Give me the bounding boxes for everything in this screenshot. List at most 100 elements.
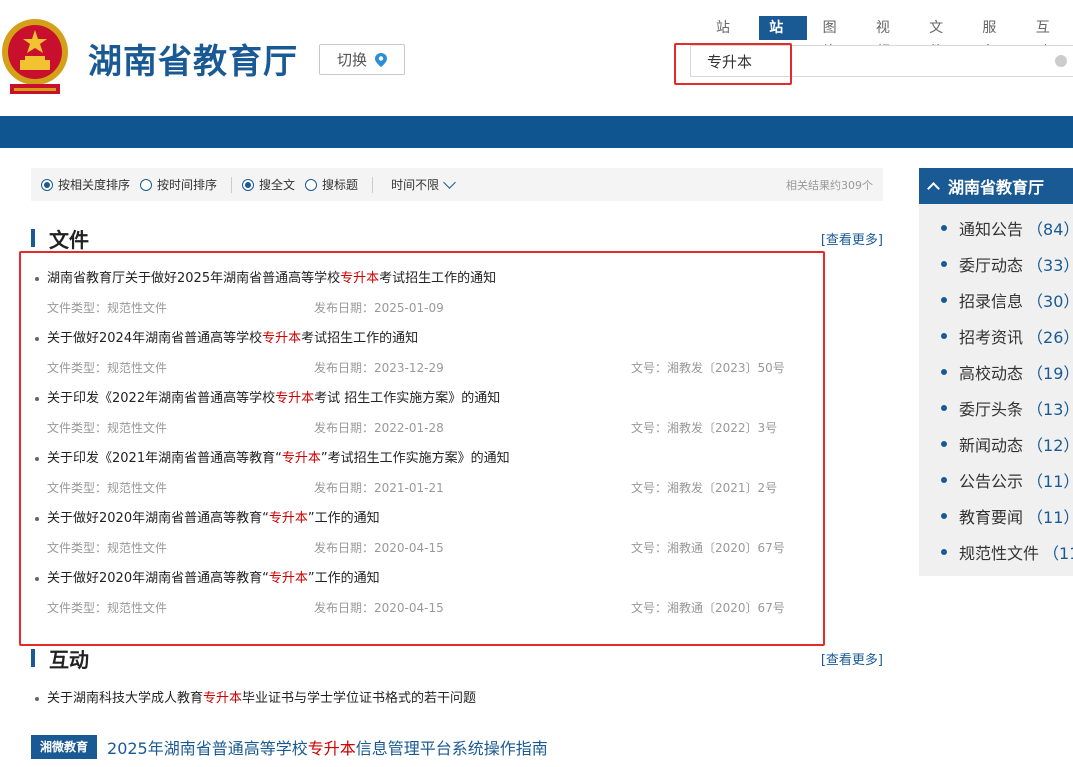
category-label: 招录信息: [959, 292, 1024, 311]
time-range-select[interactable]: 时间不限: [391, 176, 456, 193]
file-type: 文件类型：规范性文件: [47, 541, 168, 555]
sidebar-category-item[interactable]: 委厅头条（13）: [919, 390, 1073, 426]
title-text: 关于印发《2021年湖南省普通高等教育“: [47, 451, 282, 466]
category-count: （11）: [1027, 508, 1073, 527]
interact-result-link[interactable]: 关于湖南科技大学成人教育专升本毕业证书与学士学位证书格式的若干问题: [35, 687, 476, 706]
file-type: 文件类型：规范性文件: [47, 301, 168, 315]
switch-site-button[interactable]: 切换: [319, 44, 405, 75]
document-number: 文号：湘教发〔2022〕3号: [631, 421, 778, 435]
chevron-down-icon: [443, 176, 456, 189]
title-text: 关于做好2024年湖南省普通高等学校: [47, 331, 263, 346]
nav-item-zhannei[interactable]: 站内: [759, 16, 807, 60]
section-bar: [31, 229, 35, 247]
title-text: 2025年湖南省普通高等学校: [107, 739, 308, 758]
search-input[interactable]: [707, 46, 1007, 76]
search-clear-icon[interactable]: [1055, 55, 1067, 67]
title-text: 信息管理平台系统操作指南: [355, 739, 548, 758]
file-result-link[interactable]: 关于印发《2022年湖南省普通高等学校专升本考试 招生工作实施方案》的通知: [35, 387, 500, 406]
file-type: 文件类型：规范性文件: [47, 601, 168, 615]
files-more-link[interactable]: [查看更多]: [821, 229, 883, 248]
publish-date: 发布日期：2020-04-15: [314, 601, 444, 615]
category-label: 公告公示: [959, 472, 1024, 491]
keyword-highlight: 专升本: [268, 571, 308, 586]
sidebar-header[interactable]: 湖南省教育厅: [919, 168, 1073, 204]
category-label: 通知公告: [959, 220, 1024, 239]
file-result-link[interactable]: 关于做好2024年湖南省普通高等学校专升本考试招生工作的通知: [35, 327, 418, 346]
title-text: 考试招生工作的通知: [379, 271, 497, 286]
category-count: （33）: [1027, 256, 1073, 275]
publish-date: 发布日期：2023-12-29: [314, 361, 444, 375]
title-text: 毕业证书与学士学位证书格式的若干问题: [242, 691, 477, 706]
bullet: [941, 333, 947, 339]
sort-relevance-label: 按相关度排序: [58, 178, 131, 192]
title-text: ”工作的通知: [307, 511, 380, 526]
file-result-item: 关于印发《2021年湖南省普通高等教育“专升本”考试招生工作实施方案》的通知文件…: [35, 442, 835, 502]
category-label: 教育要闻: [959, 508, 1024, 527]
publish-date: 发布日期：2022-01-28: [314, 421, 444, 435]
document-number: 文号：湘教发〔2023〕50号: [631, 361, 785, 375]
switch-label: 切换: [336, 51, 367, 69]
bullet: [941, 225, 947, 231]
search-fulltext-option[interactable]: 搜全文: [242, 176, 295, 193]
category-count: （11）: [1027, 472, 1073, 491]
bullet: [941, 513, 947, 519]
sidebar-category-item[interactable]: 规范性文件（11）: [919, 534, 1073, 570]
sidebar-category-item[interactable]: 委厅动态（33）: [919, 246, 1073, 282]
nav-item-files[interactable]: 文件: [919, 16, 966, 60]
divider: [231, 176, 233, 193]
publish-date: 发布日期：2025-01-09: [314, 301, 444, 315]
keyword-highlight: 专升本: [268, 511, 308, 526]
file-type: 文件类型：规范性文件: [47, 481, 168, 495]
bullet: [941, 549, 947, 555]
file-result-link[interactable]: 关于做好2020年湖南省普通高等教育“专升本”工作的通知: [35, 507, 380, 526]
featured-result-link[interactable]: 2025年湖南省普通高等学校专升本信息管理平台系统操作指南: [107, 735, 548, 759]
category-count: （19）: [1027, 364, 1073, 383]
keyword-highlight: 专升本: [281, 451, 321, 466]
category-count: （11）: [1043, 544, 1073, 563]
title-text: 关于做好2020年湖南省普通高等教育“: [47, 511, 269, 526]
bullet: [35, 276, 39, 281]
file-type: 文件类型：规范性文件: [47, 421, 168, 435]
title-text: 关于印发《2022年湖南省普通高等学校: [47, 391, 276, 406]
nav-item-zhanqun[interactable]: 站群: [706, 16, 753, 60]
divider: [372, 176, 374, 193]
file-result-link[interactable]: 关于印发《2021年湖南省普通高等教育“专升本”考试招生工作实施方案》的通知: [35, 447, 510, 466]
category-label: 高校动态: [959, 364, 1024, 383]
bullet: [35, 516, 39, 521]
sidebar-category-item[interactable]: 新闻动态（12）: [919, 426, 1073, 462]
title-text: 关于湖南科技大学成人教育: [47, 691, 204, 706]
sidebar-category-list: 通知公告（84）委厅动态（33）招录信息（30）招考资讯（26）高校动态（19）…: [919, 204, 1073, 576]
sidebar-category-item[interactable]: 招考资讯（26）: [919, 318, 1073, 354]
file-result-link[interactable]: 关于做好2020年湖南省普通高等教育“专升本”工作的通知: [35, 567, 380, 586]
interact-more-link[interactable]: [查看更多]: [821, 649, 883, 668]
sidebar-category-item[interactable]: 通知公告（84）: [919, 210, 1073, 246]
search-title-option[interactable]: 搜标题: [305, 176, 358, 193]
bullet: [35, 456, 39, 461]
featured-result: 湘微教育 2025年湖南省普通高等学校专升本信息管理平台系统操作指南: [31, 735, 548, 759]
bullet: [35, 576, 39, 581]
sidebar-category-item[interactable]: 教育要闻（11）: [919, 498, 1073, 534]
bullet: [941, 477, 947, 483]
time-range-label: 时间不限: [391, 178, 440, 192]
bullet: [35, 396, 39, 401]
file-result-link[interactable]: 湖南省教育厅关于做好2025年湖南省普通高等学校专升本考试招生工作的通知: [35, 267, 496, 286]
nav-item-interact[interactable]: 互动: [1026, 16, 1073, 60]
site-title[interactable]: 湖南省教育厅: [88, 34, 298, 83]
document-number: 文号：湘教通〔2020〕67号: [631, 541, 785, 555]
bullet: [941, 405, 947, 411]
sidebar-category-item[interactable]: 招录信息（30）: [919, 282, 1073, 318]
sidebar-category-item[interactable]: 公告公示（11）: [919, 462, 1073, 498]
sidebar-category-item[interactable]: 高校动态（19）: [919, 354, 1073, 390]
nav-item-images[interactable]: 图片: [813, 16, 860, 60]
nav-item-services[interactable]: 服务: [972, 16, 1019, 60]
sort-time-option[interactable]: 按时间排序: [140, 176, 217, 193]
keyword-highlight: 专升本: [275, 391, 315, 406]
file-result-item: 关于做好2020年湖南省普通高等教育“专升本”工作的通知 文件类型：规范性文件 发布…: [35, 502, 835, 562]
nav-item-video[interactable]: 视频: [866, 16, 913, 60]
radio-unchecked-icon: [140, 178, 153, 191]
source-badge: 湘微教育: [31, 735, 98, 759]
sort-relevance-option[interactable]: 按相关度排序: [41, 176, 130, 193]
bullet: [941, 369, 947, 375]
category-label: 新闻动态: [959, 436, 1024, 455]
category-count: （30）: [1027, 292, 1073, 311]
